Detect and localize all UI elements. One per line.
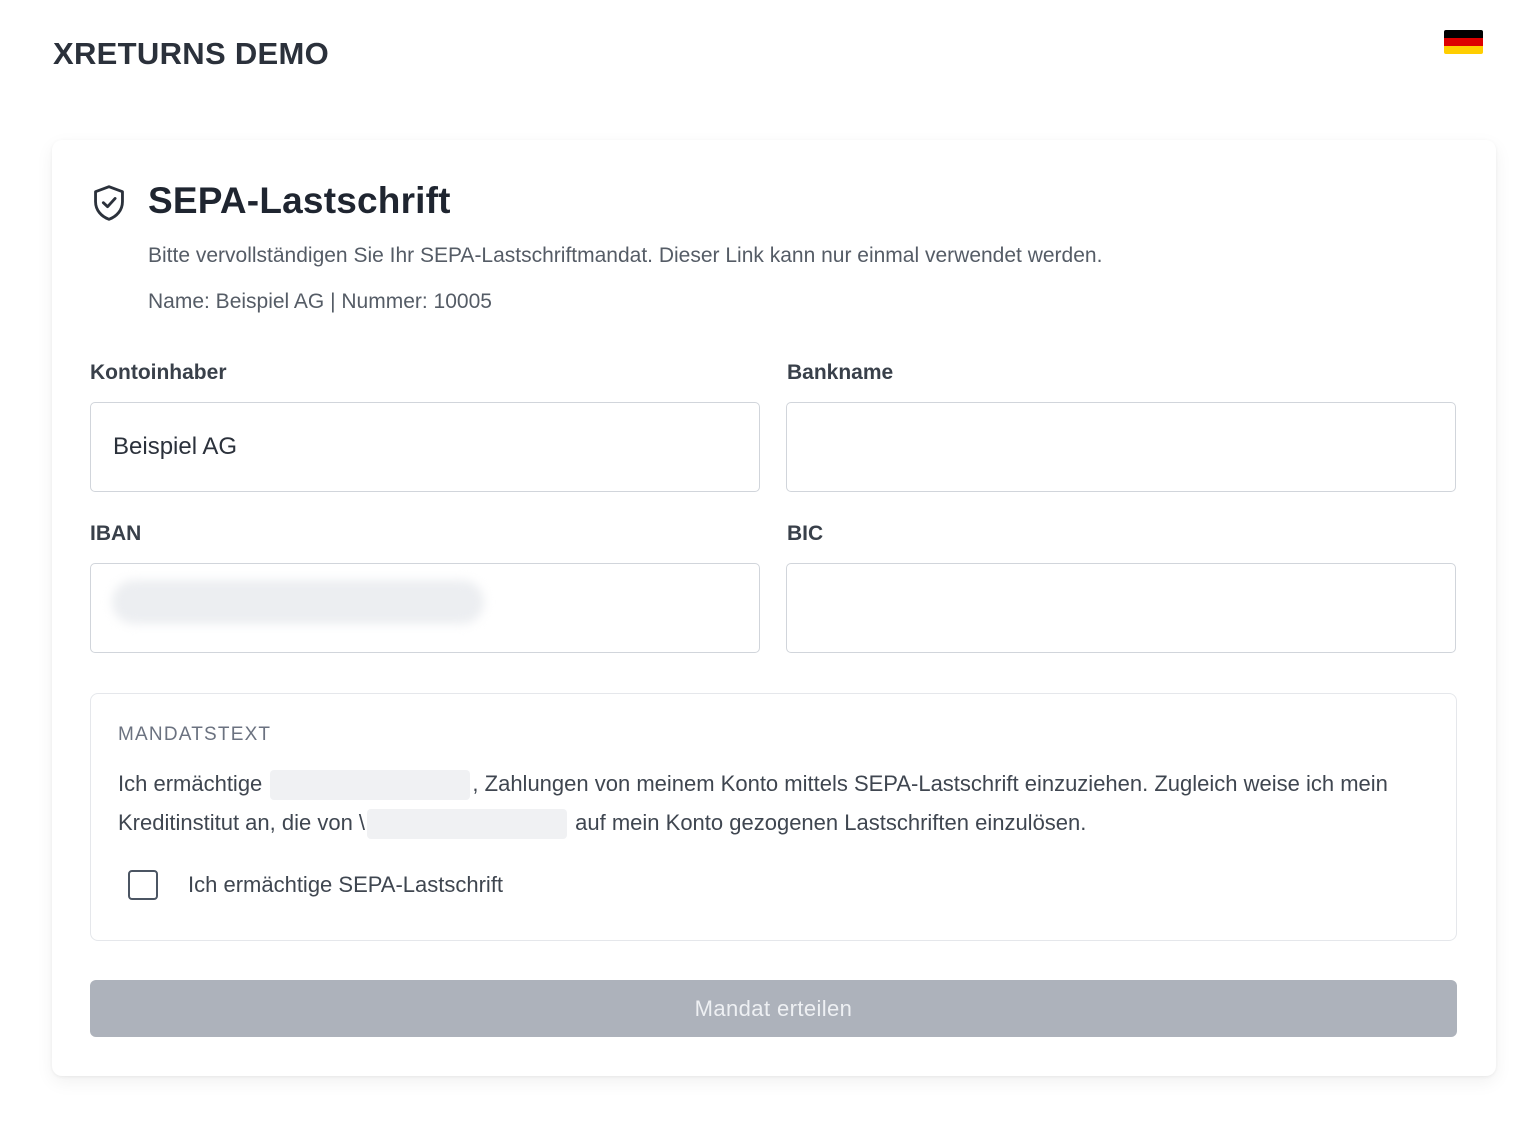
bic-input[interactable] bbox=[786, 563, 1456, 653]
bic-label: BIC bbox=[787, 522, 824, 545]
mandate-text-part1: Ich ermächtige bbox=[118, 771, 263, 796]
mandate-title: MANDATSTEXT bbox=[118, 724, 272, 745]
mandate-text: Ich ermächtige , Zahlungen von meinem Ko… bbox=[118, 764, 1418, 842]
page-title: SEPA-Lastschrift bbox=[148, 180, 451, 221]
shield-check-icon bbox=[94, 185, 124, 221]
flag-stripe-black bbox=[1444, 30, 1483, 38]
mandate-consent-checkbox[interactable] bbox=[128, 870, 158, 900]
redacted-creditor-name-2 bbox=[367, 809, 568, 840]
submit-mandate-button[interactable]: Mandat erteilen bbox=[90, 980, 1457, 1037]
account-holder-label: Kontoinhaber bbox=[90, 361, 227, 384]
account-holder-input[interactable] bbox=[90, 402, 760, 492]
mandate-box: MANDATSTEXT Ich ermächtige , Zahlungen v… bbox=[90, 693, 1457, 941]
iban-label: IBAN bbox=[90, 522, 142, 545]
flag-stripe-red bbox=[1444, 38, 1483, 46]
bank-name-input[interactable] bbox=[786, 402, 1456, 492]
flag-stripe-gold bbox=[1444, 46, 1483, 54]
page-subtitle: Bitte vervollständigen Sie Ihr SEPA-Last… bbox=[148, 244, 1103, 267]
sepa-card: SEPA-Lastschrift Bitte vervollständigen … bbox=[52, 140, 1496, 1076]
iban-redacted-value bbox=[112, 580, 484, 624]
redacted-creditor-name bbox=[270, 770, 471, 801]
customer-meta: Name: Beispiel AG | Nummer: 10005 bbox=[148, 290, 492, 313]
mandate-consent-label: Ich ermächtige SEPA-Lastschrift bbox=[188, 872, 504, 897]
page: XRETURNS DEMO SEPA-Lastschrift Bitte ver… bbox=[0, 0, 1536, 1125]
german-flag-icon[interactable] bbox=[1444, 30, 1483, 54]
bank-name-label: Bankname bbox=[787, 361, 894, 384]
mandate-consent-row[interactable]: Ich ermächtige SEPA-Lastschrift bbox=[128, 870, 503, 900]
mandate-text-part3: auf mein Konto gezogenen Lastschriften e… bbox=[575, 810, 1087, 835]
brand-title: XRETURNS DEMO bbox=[53, 36, 330, 71]
